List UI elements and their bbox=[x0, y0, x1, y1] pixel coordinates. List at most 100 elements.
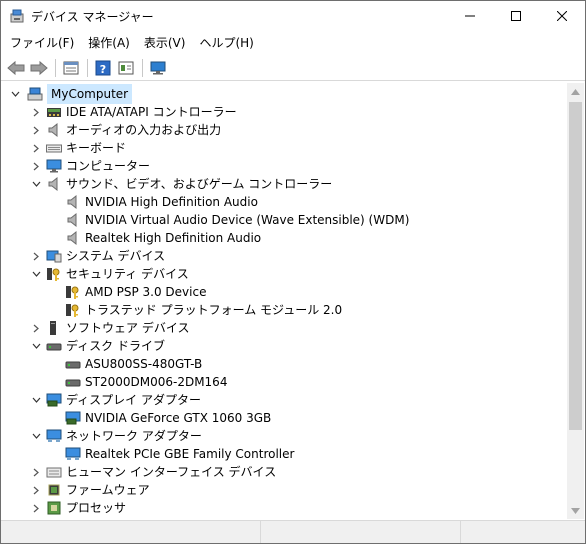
tree-item-label: キーボード bbox=[66, 141, 127, 155]
details-button[interactable] bbox=[115, 57, 137, 79]
kbd-device-icon bbox=[46, 140, 62, 156]
tree-item-label: トラステッド プラットフォーム モジュール 2.0 bbox=[85, 303, 343, 317]
menu-help[interactable]: ヘルプ(H) bbox=[192, 33, 260, 53]
net-device-icon bbox=[65, 446, 81, 462]
collapse-icon[interactable] bbox=[9, 85, 21, 103]
category-keyboard[interactable]: キーボード bbox=[33, 139, 127, 157]
device-manager-window: デバイス マネージャー ファイル(F) 操作(A) 表示(V) ヘルプ(H) ?… bbox=[0, 0, 586, 544]
category-sound-video[interactable]: サウンド、ビデオ、およびゲーム コントローラー bbox=[32, 175, 332, 193]
expand-icon[interactable] bbox=[30, 481, 42, 499]
tree-root[interactable]: MyComputer bbox=[9, 84, 133, 104]
forward-button[interactable] bbox=[28, 57, 50, 79]
device-disk-st2000[interactable]: ST2000DM006-2DM164 bbox=[65, 373, 227, 391]
back-button[interactable] bbox=[5, 57, 27, 79]
device-realtek-hd-audio[interactable]: Realtek High Definition Audio bbox=[65, 229, 261, 247]
toolbar: ? bbox=[1, 55, 585, 81]
device-tpm[interactable]: トラステッド プラットフォーム モジュール 2.0 bbox=[65, 301, 342, 319]
spk-device-icon bbox=[46, 176, 62, 192]
menu-action[interactable]: 操作(A) bbox=[81, 33, 137, 53]
scroll-thumb[interactable] bbox=[569, 102, 582, 430]
collapse-icon[interactable] bbox=[30, 265, 42, 283]
tree-root-label: MyComputer bbox=[47, 84, 133, 104]
drv-device-icon bbox=[65, 356, 81, 372]
scroll-down-icon bbox=[571, 507, 580, 514]
tree-item-label: ファームウェア bbox=[66, 483, 150, 497]
chip-device-icon bbox=[46, 482, 62, 498]
spk-device-icon bbox=[65, 230, 81, 246]
scroll-up-button[interactable] bbox=[567, 83, 584, 100]
status-pane-2 bbox=[261, 521, 461, 543]
expand-icon[interactable] bbox=[30, 139, 42, 157]
close-button[interactable] bbox=[539, 1, 585, 31]
category-hid[interactable]: ヒューマン インターフェイス デバイス bbox=[33, 463, 276, 481]
device-nvidia-hd-audio[interactable]: NVIDIA High Definition Audio bbox=[65, 193, 258, 211]
category-audio-io[interactable]: オーディオの入力および出力 bbox=[33, 121, 222, 139]
spk-device-icon bbox=[65, 212, 81, 228]
status-bar bbox=[1, 520, 585, 543]
maximize-icon bbox=[511, 11, 521, 21]
expand-icon[interactable] bbox=[30, 103, 42, 121]
category-firmware[interactable]: ファームウェア bbox=[33, 481, 150, 499]
back-icon bbox=[7, 60, 25, 75]
category-processors[interactable]: プロセッサ bbox=[33, 499, 127, 517]
device-tree[interactable]: MyComputer IDE ATA/ATAPI コントローラー オーディオの入力… bbox=[1, 83, 567, 519]
maximize-button[interactable] bbox=[493, 1, 539, 31]
device-disk-asu800[interactable]: ASU800SS-480GT-B bbox=[65, 355, 202, 373]
device-gtx1060[interactable]: NVIDIA GeForce GTX 1060 3GB bbox=[65, 409, 271, 427]
window-controls bbox=[447, 1, 585, 31]
category-system-devices[interactable]: システム デバイス bbox=[33, 247, 165, 265]
expand-icon[interactable] bbox=[30, 499, 42, 517]
expand-icon[interactable] bbox=[30, 463, 42, 481]
collapse-icon[interactable] bbox=[30, 391, 42, 409]
sys-device-icon bbox=[46, 248, 62, 264]
menu-bar: ファイル(F) 操作(A) 表示(V) ヘルプ(H) bbox=[1, 32, 585, 54]
minimize-icon bbox=[465, 15, 475, 17]
minimize-button[interactable] bbox=[447, 1, 493, 31]
tree-item-label: オーディオの入力および出力 bbox=[66, 123, 222, 137]
tree-item-label: コンピューター bbox=[66, 159, 151, 173]
expand-icon[interactable] bbox=[30, 121, 42, 139]
disp-device-icon bbox=[46, 392, 62, 408]
tree-item-label: プロセッサ bbox=[66, 501, 127, 515]
tower-device-icon bbox=[46, 320, 62, 336]
sec-device-icon bbox=[65, 302, 81, 318]
monitor-icon bbox=[150, 61, 166, 74]
menu-file[interactable]: ファイル(F) bbox=[3, 33, 81, 53]
expand-icon[interactable] bbox=[30, 247, 42, 265]
net-device-icon bbox=[46, 428, 62, 444]
tree-item-label: ディスプレイ アダプター bbox=[66, 393, 201, 407]
properties-button[interactable] bbox=[60, 57, 82, 79]
category-security-devices[interactable]: セキュリティ デバイス bbox=[32, 265, 189, 283]
scan-hardware-button[interactable] bbox=[147, 57, 169, 79]
device-amd-psp[interactable]: AMD PSP 3.0 Device bbox=[65, 283, 206, 301]
svg-text:?: ? bbox=[100, 63, 106, 76]
device-nvidia-virtual-audio[interactable]: NVIDIA Virtual Audio Device (Wave Extens… bbox=[65, 211, 409, 229]
tree-item-label: IDE ATA/ATAPI コントローラー bbox=[66, 105, 237, 119]
category-network-adapters[interactable]: ネットワーク アダプター bbox=[32, 427, 202, 445]
category-ide[interactable]: IDE ATA/ATAPI コントローラー bbox=[33, 103, 237, 121]
tree-item-label: ASU800SS-480GT-B bbox=[85, 357, 203, 371]
category-display-adapters[interactable]: ディスプレイ アダプター bbox=[32, 391, 201, 409]
window-title: デバイス マネージャー bbox=[31, 9, 154, 24]
vertical-scrollbar[interactable] bbox=[567, 83, 584, 519]
collapse-icon[interactable] bbox=[30, 175, 42, 193]
tree-item-label: AMD PSP 3.0 Device bbox=[85, 285, 207, 299]
category-computer[interactable]: コンピューター bbox=[33, 157, 151, 175]
mon-device-icon bbox=[46, 158, 62, 174]
expand-icon[interactable] bbox=[30, 319, 42, 337]
menu-view[interactable]: 表示(V) bbox=[137, 33, 193, 53]
title-bar: デバイス マネージャー bbox=[1, 1, 585, 31]
scroll-down-button[interactable] bbox=[567, 502, 584, 519]
category-disk-drives[interactable]: ディスク ドライブ bbox=[32, 337, 165, 355]
help-button[interactable]: ? bbox=[92, 57, 114, 79]
properties-icon bbox=[63, 61, 79, 74]
device-realtek-pcie[interactable]: Realtek PCIe GBE Family Controller bbox=[65, 445, 294, 463]
collapse-icon[interactable] bbox=[30, 427, 42, 445]
expand-icon[interactable] bbox=[30, 157, 42, 175]
close-icon bbox=[557, 11, 567, 21]
collapse-icon[interactable] bbox=[30, 337, 42, 355]
device-manager-icon bbox=[9, 8, 25, 24]
tree-item-label: セキュリティ デバイス bbox=[66, 267, 189, 281]
cpu-device-icon bbox=[46, 500, 62, 516]
category-software-devices[interactable]: ソフトウェア デバイス bbox=[33, 319, 189, 337]
